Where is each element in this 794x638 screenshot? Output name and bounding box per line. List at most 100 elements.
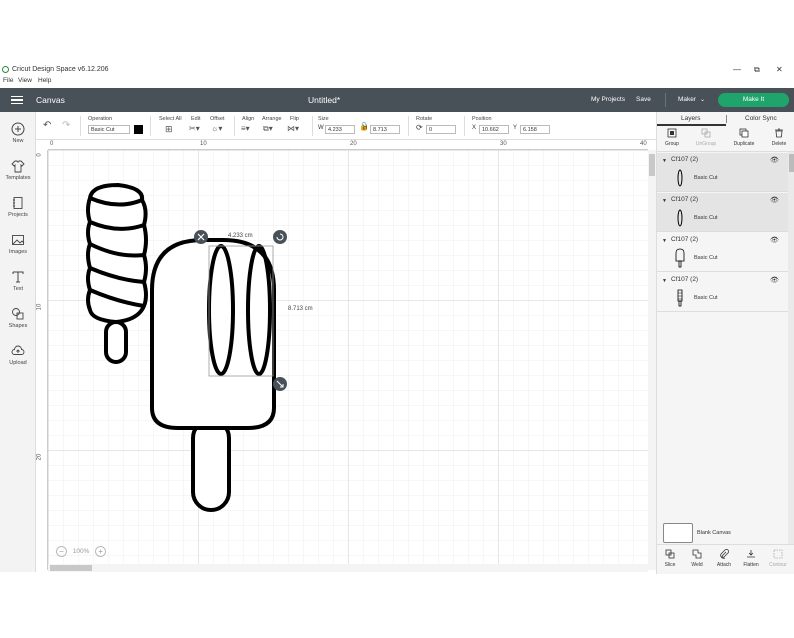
delete-handle-icon[interactable]: [194, 230, 208, 244]
select-all-icon[interactable]: ⊞: [165, 124, 173, 135]
plus-circle-icon: [11, 122, 25, 136]
vertical-scrollbar[interactable]: [648, 150, 656, 570]
eye-icon[interactable]: 👁: [770, 276, 779, 284]
color-swatch[interactable]: [134, 125, 143, 136]
ruler-horizontal: 0 10 20 30 40: [48, 140, 648, 150]
minimize-icon[interactable]: —: [733, 65, 741, 74]
attach-button[interactable]: Attach: [711, 549, 737, 568]
sidebar-item-label: Projects: [8, 212, 28, 218]
zoom-in-button[interactable]: +: [95, 546, 107, 557]
sidebar-item-label: New: [12, 138, 24, 144]
collapse-triangle-icon[interactable]: ▼: [662, 198, 667, 204]
sidebar-item-label: Shapes: [8, 323, 28, 329]
rotate-handle-icon[interactable]: [273, 230, 287, 244]
undo-icon[interactable]: ↶: [43, 120, 51, 131]
sidebar-item-templates[interactable]: Templates: [0, 159, 36, 181]
collapse-triangle-icon[interactable]: ▼: [662, 278, 667, 284]
group-label: Group: [665, 141, 679, 147]
layer-thumbnail: [675, 248, 685, 268]
width-label: W: [318, 125, 324, 131]
layer-thumbnail: [677, 169, 683, 187]
rotate-label: Rotate: [416, 116, 433, 122]
design-canvas[interactable]: 4.233 cm 8.713 cm: [48, 150, 648, 564]
book-icon: [13, 197, 23, 209]
height-dimension-label: 8.713 cm: [288, 306, 313, 312]
rotate-value: 0: [426, 125, 456, 134]
operation-select[interactable]: Basic Cut: [88, 125, 130, 134]
menu-file[interactable]: File: [3, 77, 13, 84]
x-input[interactable]: 10.662: [479, 125, 509, 134]
layer-thumbnail: [677, 289, 683, 307]
delete-label: Delete: [771, 141, 787, 147]
horizontal-scrollbar[interactable]: [48, 564, 648, 572]
chevron-down-icon[interactable]: ⌄: [700, 96, 705, 103]
redo-icon[interactable]: ↷: [62, 120, 70, 131]
sidebar-item-text[interactable]: Text: [0, 270, 36, 292]
slice-button[interactable]: Slice: [657, 549, 683, 568]
sidebar-item-projects[interactable]: Projects: [0, 196, 36, 218]
menu-help[interactable]: Help: [38, 77, 51, 84]
scissors-icon[interactable]: ✂▾: [189, 124, 200, 133]
scroll-thumb[interactable]: [50, 565, 92, 571]
ruler-tick-label: 20: [350, 141, 357, 147]
scroll-thumb[interactable]: [789, 154, 794, 172]
sidebar-item-images[interactable]: Images: [0, 233, 36, 255]
layer-item[interactable]: ▼ Cf107 (2) 👁 Basic Cut: [657, 153, 788, 192]
width-input[interactable]: 4.233: [325, 125, 355, 134]
layer-thumbnail: [677, 209, 683, 227]
tab-layers[interactable]: Layers: [681, 115, 701, 122]
sidebar-item-new[interactable]: New: [0, 122, 36, 144]
my-projects-link[interactable]: My Projects: [591, 96, 625, 103]
layer-item[interactable]: ▼ Cf107 (2) 👁 Basic Cut: [657, 193, 788, 232]
make-it-button[interactable]: Make It: [718, 93, 789, 107]
eye-icon[interactable]: 👁: [770, 236, 779, 244]
contour-icon: [773, 549, 783, 559]
align-icon[interactable]: ≡▾: [241, 124, 250, 133]
sidebar-item-upload[interactable]: Upload: [0, 344, 36, 366]
tab-color-sync[interactable]: Color Sync: [745, 115, 777, 122]
scroll-thumb[interactable]: [649, 154, 655, 176]
machine-select[interactable]: Maker: [678, 96, 696, 103]
rotate-input[interactable]: 0: [426, 125, 456, 134]
group-button[interactable]: Group: [657, 128, 687, 147]
layer-name: Cf107 (2): [671, 156, 699, 163]
sidebar-item-label: Images: [8, 249, 28, 255]
width-value: 4.233: [325, 125, 355, 134]
y-input[interactable]: 6.158: [520, 125, 550, 134]
ruler-vertical: 0 10 20: [36, 150, 48, 570]
text-icon: [12, 271, 24, 283]
arrange-icon[interactable]: ⧉▾: [263, 124, 273, 134]
sidebar-item-shapes[interactable]: Shapes: [0, 307, 36, 329]
delete-button[interactable]: Delete: [764, 128, 794, 147]
height-value: 8.713: [370, 125, 400, 134]
layer-name: Cf107 (2): [671, 276, 699, 283]
resize-handle-icon[interactable]: [273, 377, 287, 391]
close-icon[interactable]: ✕: [776, 65, 783, 74]
restore-icon[interactable]: ⧉: [754, 65, 760, 75]
contour-button[interactable]: Contour: [765, 549, 791, 568]
weld-button[interactable]: Weld: [684, 549, 710, 568]
save-button[interactable]: Save: [636, 96, 651, 103]
collapse-triangle-icon[interactable]: ▼: [662, 158, 667, 164]
layer-operation: Basic Cut: [694, 215, 718, 221]
panel-scrollbar[interactable]: [788, 152, 794, 544]
offset-icon[interactable]: ☼▾: [211, 124, 222, 133]
ungroup-button[interactable]: UnGroup: [691, 128, 721, 147]
blank-canvas-swatch[interactable]: [663, 523, 693, 543]
eye-icon[interactable]: 👁: [770, 156, 779, 164]
layer-item[interactable]: ▼ Cf107 (2) 👁 Basic Cut: [657, 233, 788, 272]
height-label: H: [363, 125, 368, 131]
app-title: Cricut Design Space v6.12.206: [12, 66, 109, 73]
duplicate-button[interactable]: Duplicate: [729, 128, 759, 147]
weld-icon: [692, 549, 702, 559]
height-input[interactable]: 8.713: [370, 125, 400, 134]
collapse-triangle-icon[interactable]: ▼: [662, 238, 667, 244]
layer-item[interactable]: ▼ Cf107 (2) 👁 Basic Cut: [657, 273, 788, 312]
zoom-out-button[interactable]: −: [56, 546, 67, 557]
zoom-control: − 100% +: [56, 546, 107, 557]
eye-icon[interactable]: 👁: [770, 196, 779, 204]
menu-view[interactable]: View: [18, 77, 32, 84]
hamburger-menu-icon[interactable]: [11, 96, 23, 104]
flatten-button[interactable]: Flatten: [738, 549, 764, 568]
flip-icon[interactable]: ⋈▾: [287, 124, 299, 133]
